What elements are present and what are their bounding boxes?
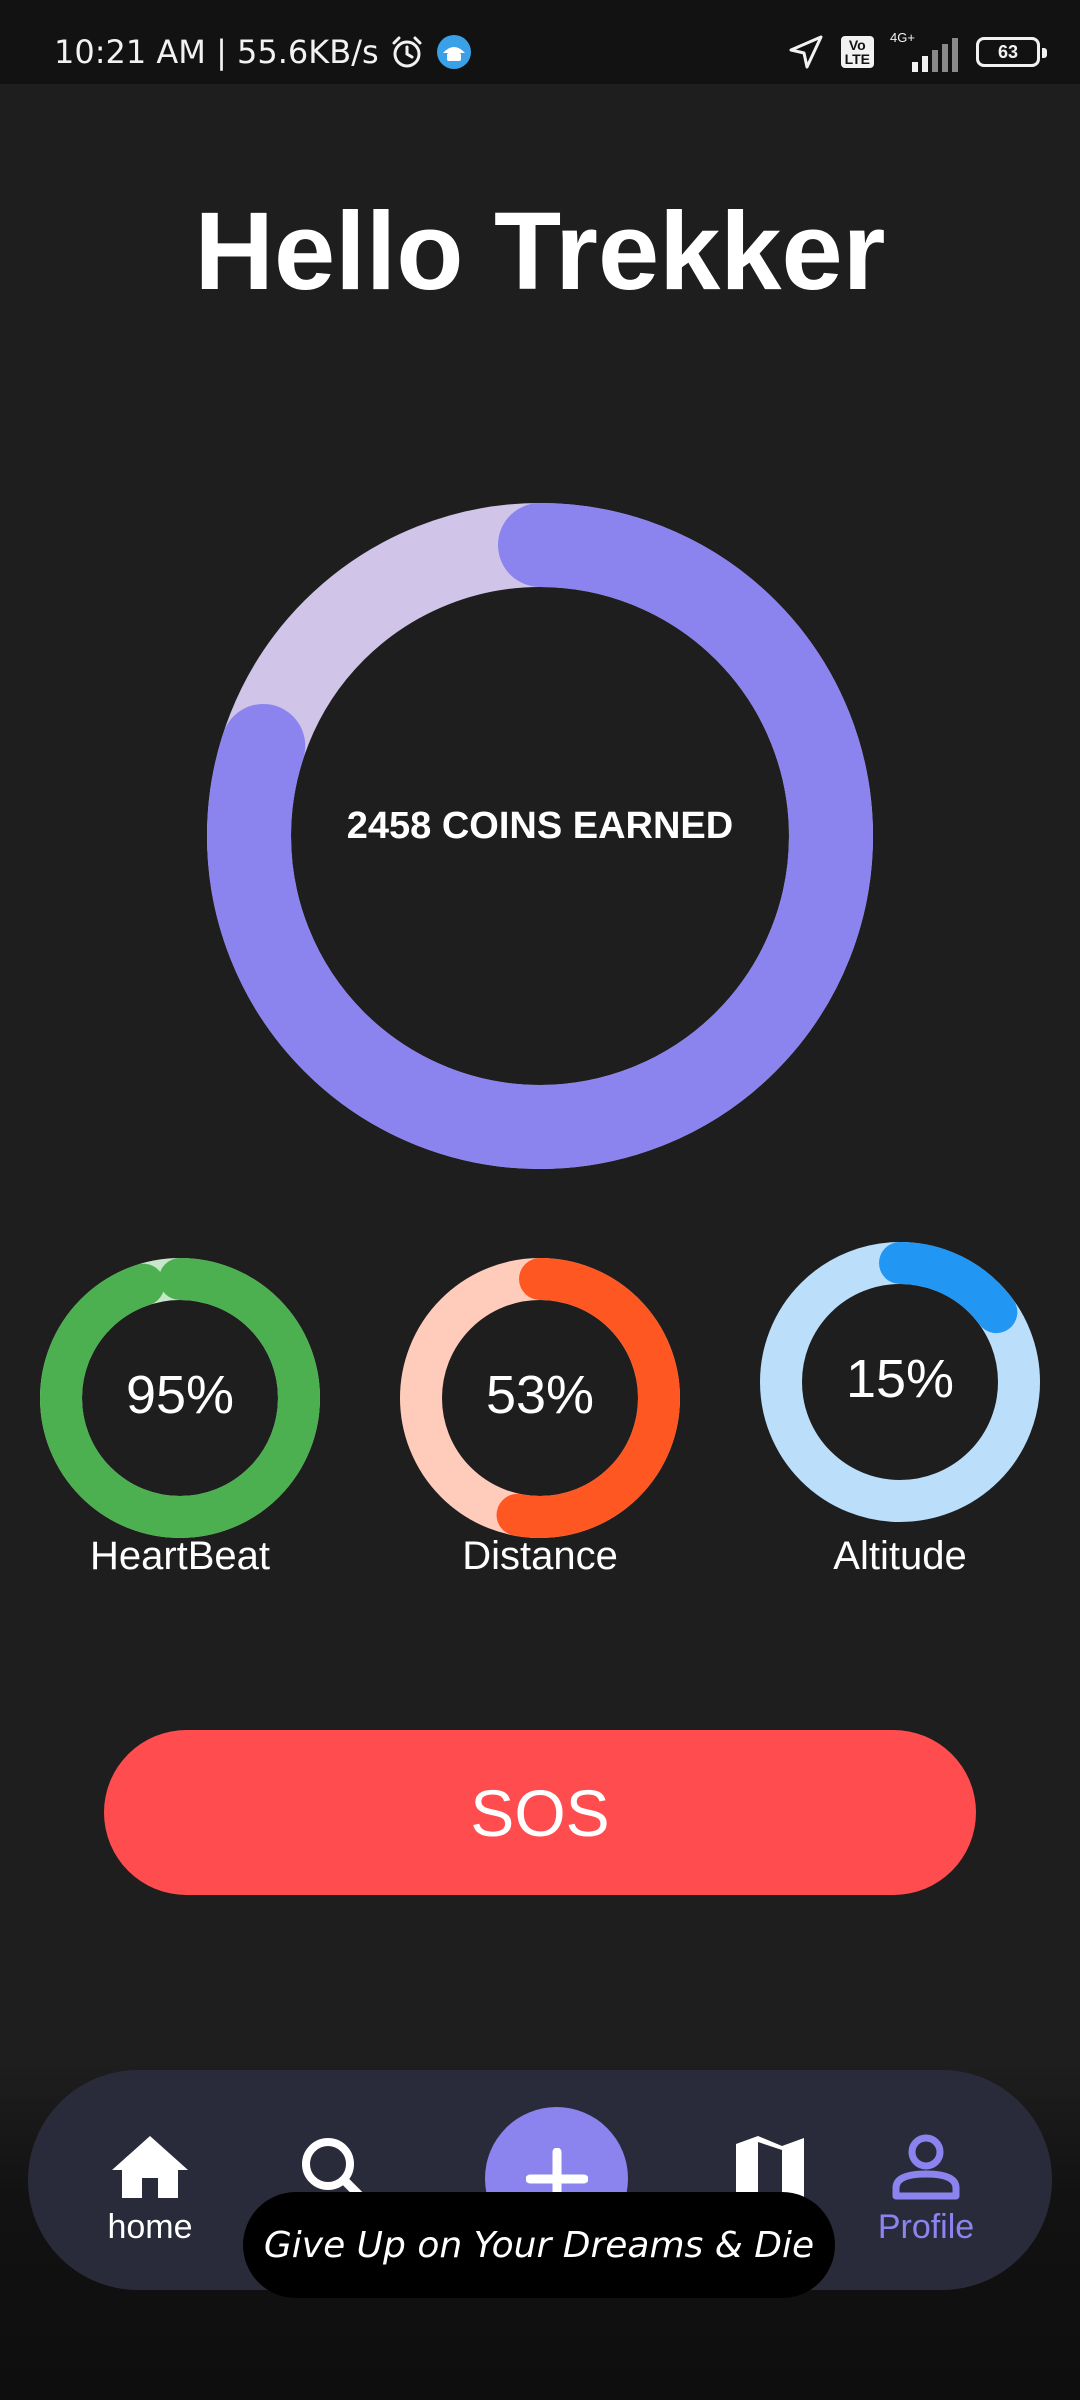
volte-icon: Vo LTE (840, 36, 874, 68)
heartbeat-label: HeartBeat (89, 1534, 271, 1578)
status-right: Vo LTE 4G+ 63 (787, 30, 1047, 74)
nav-label-home: home (107, 2208, 193, 2246)
nav-item-profile[interactable]: Profile (846, 2070, 1006, 2290)
nav-item-home[interactable]: home (70, 2070, 230, 2290)
coins-earned-label: 2458 COINS EARNED (346, 805, 734, 847)
heartbeat-value: 95% (125, 1365, 235, 1425)
metric-heartbeat: 95% HeartBeat (40, 1258, 320, 1598)
distance-label: Distance (462, 1534, 618, 1578)
status-bar: 10:21 AM | 55.6KB/s Vo LTE 4G+ 63 (0, 0, 1080, 84)
battery-level: 63 (997, 41, 1019, 62)
signal-icon: 4G+ (890, 30, 960, 74)
toast-message: Give Up on Your Dreams & Die (243, 2192, 835, 2298)
app-notification-icon (435, 33, 473, 71)
location-arrow-icon (787, 33, 825, 71)
status-time-speed: 10:21 AM | 55.6KB/s (54, 33, 379, 71)
nav-label-profile: Profile (877, 2208, 975, 2246)
sos-button[interactable]: SOS (104, 1730, 976, 1895)
metric-altitude: 15% Altitude (760, 1242, 1040, 1598)
metric-distance: 53% Distance (400, 1258, 680, 1598)
status-left: 10:21 AM | 55.6KB/s (54, 30, 473, 74)
altitude-value: 15% (845, 1349, 955, 1409)
battery-icon: 63 (976, 37, 1047, 67)
network-type: 4G+ (890, 30, 915, 45)
page-title: Hello Trekker (194, 190, 886, 313)
home-icon (112, 2136, 188, 2198)
profile-icon (892, 2134, 960, 2200)
screen: 10:21 AM | 55.6KB/s Vo LTE 4G+ 63 Hello … (0, 0, 1080, 2400)
distance-value: 53% (485, 1365, 595, 1425)
alarm-icon (389, 34, 425, 70)
altitude-label: Altitude (833, 1534, 967, 1578)
